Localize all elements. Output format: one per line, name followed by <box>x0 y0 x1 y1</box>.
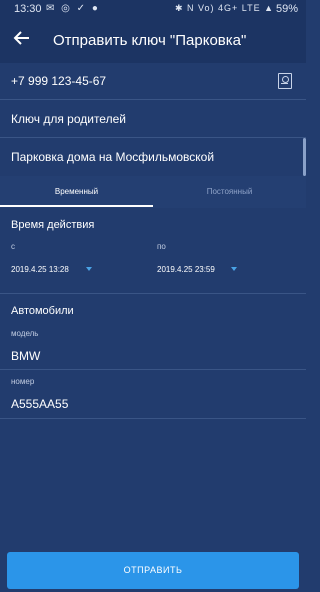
from-dropdown-icon[interactable] <box>86 267 92 271</box>
tab-permanent[interactable]: Постоянный <box>153 176 306 208</box>
phone-field[interactable]: +7 999 123-45-67 <box>0 63 306 100</box>
contacts-icon[interactable] <box>278 73 292 89</box>
back-arrow-icon[interactable] <box>10 29 34 53</box>
notification-icons: ✉ ◎ ✓ ● <box>46 3 100 14</box>
key-name-field[interactable]: Ключ для родителей <box>0 100 306 138</box>
to-dropdown-icon[interactable] <box>231 267 237 271</box>
from-label: с <box>11 242 15 251</box>
model-label: модель <box>11 329 39 338</box>
page-title: Отправить ключ "Парковка" <box>53 32 247 49</box>
parking-field[interactable]: Парковка дома на Мосфильмовской <box>0 138 306 177</box>
parking-value: Парковка дома на Мосфильмовской <box>11 150 215 164</box>
app-bar: Отправить ключ "Парковка" <box>0 19 306 63</box>
battery-level: 59% <box>275 3 298 15</box>
signal-icons: ✱ N Vo) 4G+ LTE ▲ <box>174 3 274 13</box>
tab-indicator <box>0 205 153 207</box>
status-bar: 13:30 ✉ ◎ ✓ ● ✱ N Vo) 4G+ LTE ▲ 59% <box>0 0 306 19</box>
model-underline <box>0 369 306 370</box>
validity-title: Время действия <box>11 219 95 231</box>
cars-title: Автомобили <box>11 305 74 317</box>
phone-value: +7 999 123-45-67 <box>11 74 107 88</box>
to-date-value[interactable]: 2019.4.25 23:59 <box>157 265 215 274</box>
model-value[interactable]: BMW <box>11 349 40 363</box>
status-time: 13:30 <box>14 3 42 15</box>
scrollbar[interactable] <box>303 138 306 176</box>
number-value[interactable]: A555AA55 <box>11 397 68 411</box>
key-name-value: Ключ для родителей <box>11 112 126 126</box>
key-type-tabs: Временный Постоянный <box>0 176 306 208</box>
number-label: номер <box>11 377 35 386</box>
tab-temporary[interactable]: Временный <box>0 176 153 208</box>
from-date-value[interactable]: 2019.4.25 13:28 <box>11 265 69 274</box>
to-label: по <box>157 242 166 251</box>
number-underline <box>0 418 306 419</box>
send-button[interactable]: ОТПРАВИТЬ <box>7 552 299 589</box>
section-divider <box>0 293 306 294</box>
